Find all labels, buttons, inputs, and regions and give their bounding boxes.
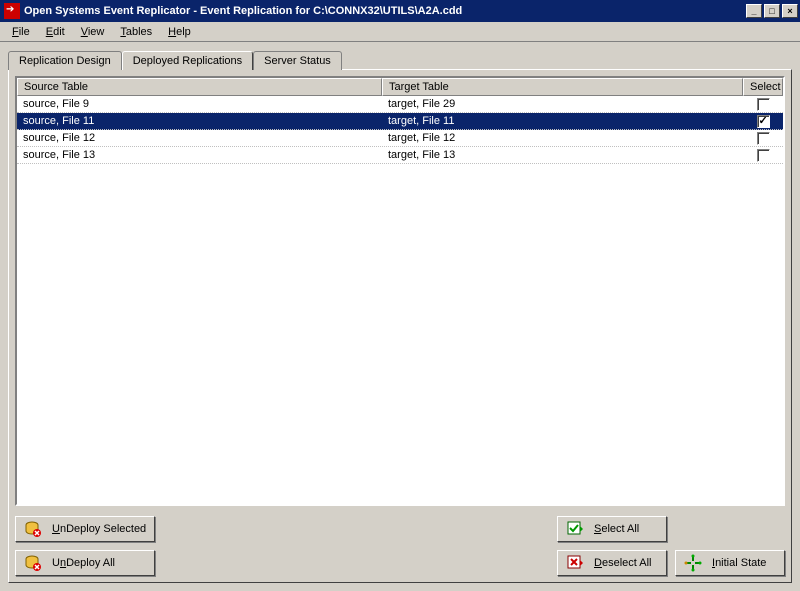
cell-target: target, File 29 <box>382 98 743 110</box>
cell-select <box>743 149 783 162</box>
button-row: UnDeploy Selected UnDeploy All Select Al… <box>15 506 785 576</box>
app-icon <box>4 3 20 19</box>
undeploy-selected-label: UnDeploy Selected <box>52 523 146 535</box>
maximize-button[interactable]: □ <box>764 4 780 18</box>
database-remove-icon <box>24 554 42 572</box>
select-checkbox[interactable] <box>757 132 770 145</box>
cell-target: target, File 13 <box>382 149 743 161</box>
undeploy-selected-button[interactable]: UnDeploy Selected <box>15 516 155 542</box>
column-header-source[interactable]: Source Table <box>17 78 382 96</box>
cell-target: target, File 11 <box>382 115 743 127</box>
tab-strip: Replication Design Deployed Replications… <box>8 50 792 69</box>
window-controls: _ □ × <box>746 4 798 18</box>
table-row[interactable]: source, File 13target, File 13 <box>17 147 783 164</box>
select-checkbox[interactable] <box>757 149 770 162</box>
column-header-target[interactable]: Target Table <box>382 78 743 96</box>
undeploy-all-label: UnDeploy All <box>52 557 115 569</box>
tab-deployed-replications[interactable]: Deployed Replications <box>122 51 253 70</box>
deselect-all-icon <box>566 554 584 572</box>
cell-source: source, File 12 <box>17 132 382 144</box>
close-button[interactable]: × <box>782 4 798 18</box>
window-title: Open Systems Event Replicator - Event Re… <box>24 5 746 17</box>
table-row[interactable]: source, File 11target, File 11 <box>17 113 783 130</box>
undeploy-all-button[interactable]: UnDeploy All <box>15 550 155 576</box>
cell-source: source, File 9 <box>17 98 382 110</box>
database-remove-icon <box>24 520 42 538</box>
table-row[interactable]: source, File 9target, File 29 <box>17 96 783 113</box>
column-header-select[interactable]: Select <box>743 78 783 96</box>
cell-select <box>743 98 783 111</box>
table-header: Source Table Target Table Select <box>17 78 783 96</box>
select-all-button[interactable]: Select All <box>557 516 667 542</box>
deselect-all-label: Deselect All <box>594 557 651 569</box>
select-all-icon <box>566 520 584 538</box>
menu-bar: File Edit View Tables Help <box>0 22 800 42</box>
tab-panel-deployed: Source Table Target Table Select source,… <box>8 69 792 583</box>
menu-file[interactable]: File <box>4 24 38 40</box>
cell-target: target, File 12 <box>382 132 743 144</box>
menu-view[interactable]: View <box>73 24 113 40</box>
initial-state-button[interactable]: Initial State <box>675 550 785 576</box>
minimize-button[interactable]: _ <box>746 4 762 18</box>
select-checkbox[interactable] <box>757 115 770 128</box>
cell-select <box>743 115 783 128</box>
tab-replication-design[interactable]: Replication Design <box>8 51 122 70</box>
menu-tables[interactable]: Tables <box>112 24 160 40</box>
select-checkbox[interactable] <box>757 98 770 111</box>
table-row[interactable]: source, File 12target, File 12 <box>17 130 783 147</box>
select-all-label: Select All <box>594 523 639 535</box>
deselect-all-button[interactable]: Deselect All <box>557 550 667 576</box>
initial-state-label: Initial State <box>712 557 766 569</box>
title-bar: Open Systems Event Replicator - Event Re… <box>0 0 800 22</box>
cell-source: source, File 13 <box>17 149 382 161</box>
initial-state-icon <box>684 554 702 572</box>
table-body: source, File 9target, File 29source, Fil… <box>17 96 783 164</box>
tab-server-status[interactable]: Server Status <box>253 51 342 70</box>
replications-table: Source Table Target Table Select source,… <box>15 76 785 506</box>
cell-source: source, File 11 <box>17 115 382 127</box>
menu-help[interactable]: Help <box>160 24 199 40</box>
cell-select <box>743 132 783 145</box>
content-area: Replication Design Deployed Replications… <box>0 42 800 591</box>
menu-edit[interactable]: Edit <box>38 24 73 40</box>
